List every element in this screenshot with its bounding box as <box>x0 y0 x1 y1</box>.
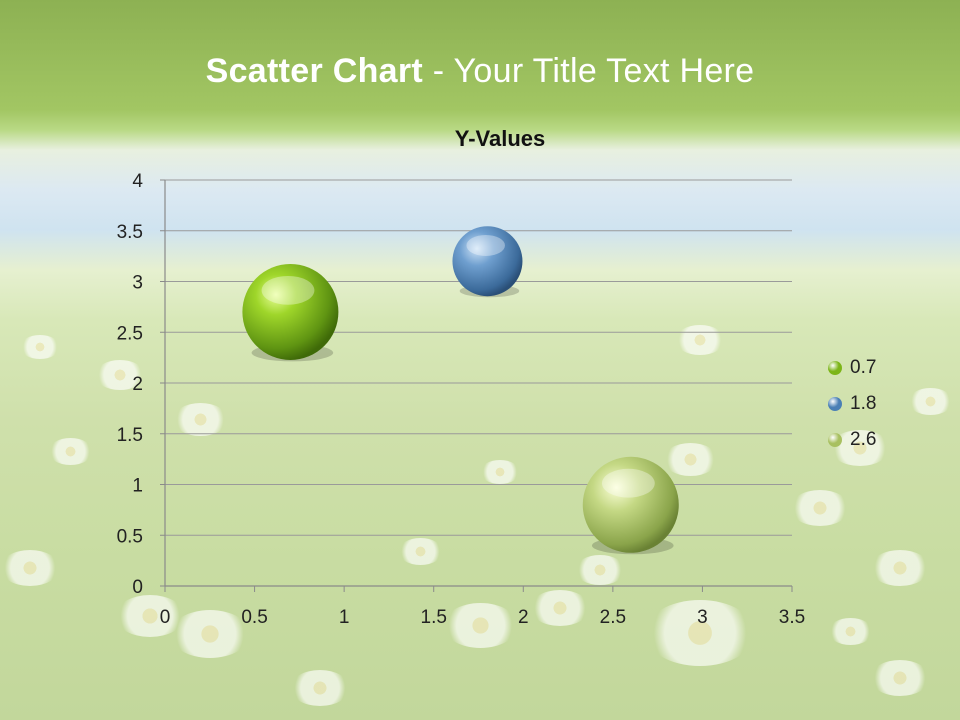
y-tick-label: 3.5 <box>117 222 143 243</box>
y-tick-label: 1 <box>132 476 143 497</box>
y-tick-label: 1.5 <box>117 425 143 446</box>
y-tick-label: 0.5 <box>117 526 143 547</box>
x-tick-label: 2 <box>518 607 529 628</box>
x-tick-label: 3 <box>697 607 708 628</box>
legend-marker <box>828 361 842 375</box>
legend-label: 1.8 <box>850 393 877 414</box>
x-tick-label: 1 <box>339 607 350 628</box>
point-highlight <box>601 468 655 498</box>
x-tick-label: 1.5 <box>421 607 447 628</box>
legend-marker <box>828 433 842 447</box>
legend-label: 0.7 <box>850 357 877 378</box>
legend-item: 1.8 <box>828 386 876 422</box>
y-tick-label: 3 <box>132 273 143 294</box>
y-tick-label: 0 <box>132 577 143 598</box>
x-tick-label: 2.5 <box>600 607 626 628</box>
y-tick-label: 2.5 <box>117 323 143 344</box>
legend-marker <box>828 397 842 411</box>
chart-legend: 0.7 1.8 2.6 <box>828 350 876 458</box>
x-tick-label: 0 <box>160 607 171 628</box>
legend-item: 0.7 <box>828 350 876 386</box>
legend-item: 2.6 <box>828 422 876 458</box>
point-highlight <box>261 275 315 305</box>
x-tick-label: 3.5 <box>779 607 805 628</box>
y-tick-label: 2 <box>132 374 143 395</box>
point-highlight <box>466 234 505 256</box>
y-tick-label: 4 <box>132 171 143 192</box>
data-points <box>242 226 679 555</box>
x-tick-label: 0.5 <box>241 607 267 628</box>
legend-label: 2.6 <box>850 429 877 450</box>
scatter-chart: 0 0.5 1 1.5 2 2.5 3 3.5 4 0 0.5 1 1.5 2 2.5 3 3.5 <box>117 171 806 628</box>
